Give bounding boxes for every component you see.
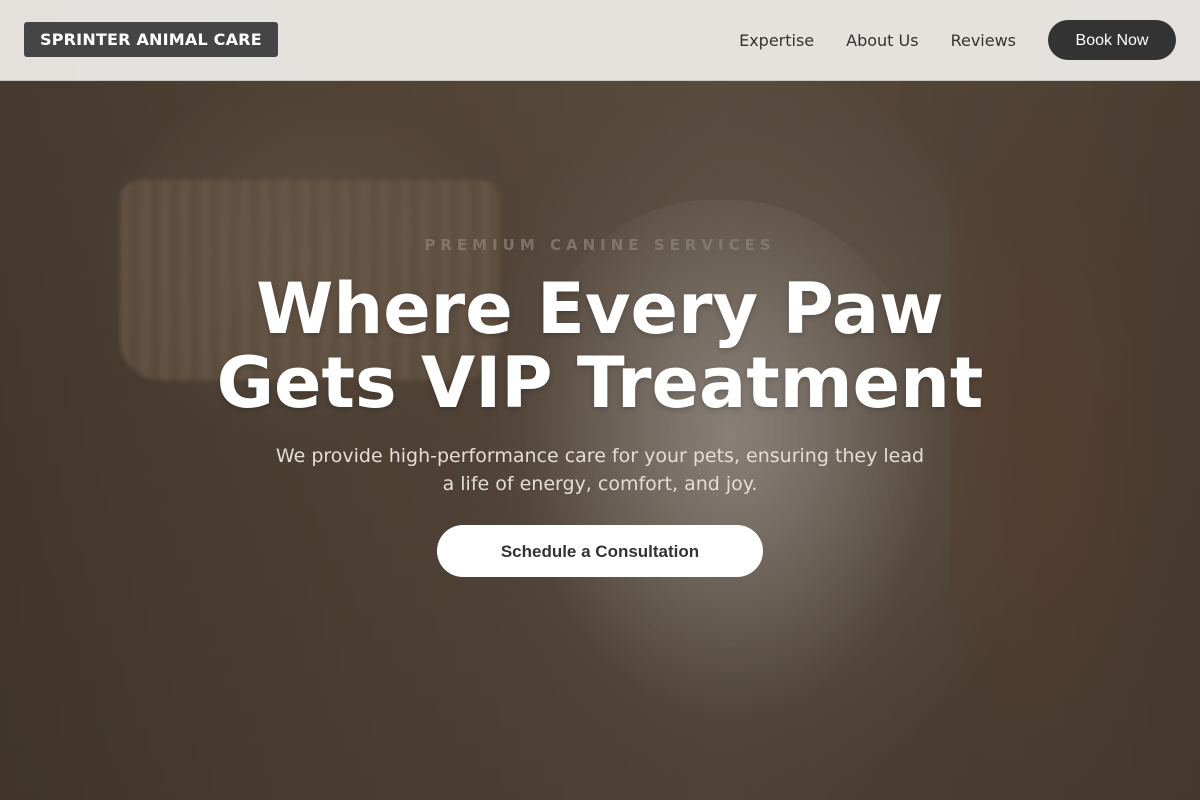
hero-headline: Where Every Paw Gets VIP Treatment (0, 272, 1200, 420)
hero-subtext: We provide high-performance care for you… (275, 445, 925, 495)
navbar: SPRINTER ANIMAL CARE Expertise About Us … (0, 0, 1200, 81)
nav-links: Expertise About Us Reviews (739, 0, 1016, 80)
hero-eyebrow: PREMIUM CANINE SERVICES (424, 236, 776, 254)
nav-link-about-us[interactable]: About Us (846, 31, 918, 50)
headline-line-2: Gets VIP Treatment (216, 342, 984, 424)
headline-line-1: Where Every Paw (256, 268, 944, 350)
brand-logo[interactable]: SPRINTER ANIMAL CARE (24, 22, 278, 57)
nav-link-reviews[interactable]: Reviews (951, 31, 1016, 50)
schedule-consultation-button[interactable]: Schedule a Consultation (437, 525, 763, 577)
nav-link-expertise[interactable]: Expertise (739, 31, 814, 50)
book-now-button[interactable]: Book Now (1048, 20, 1176, 60)
